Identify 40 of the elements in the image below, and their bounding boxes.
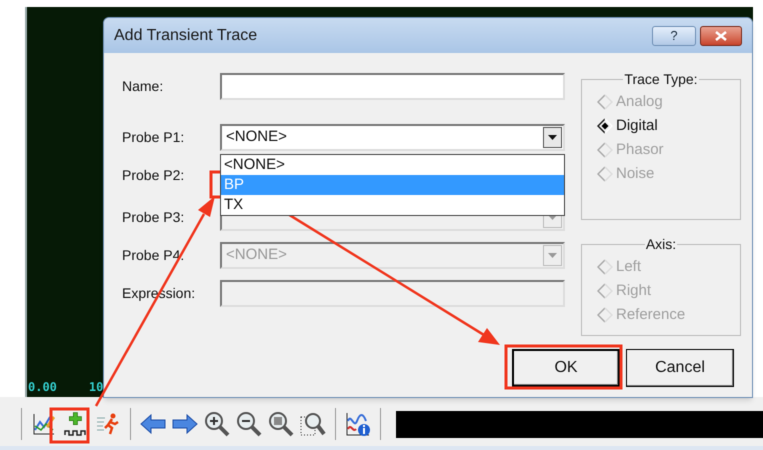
- dropdown-field[interactable]: <NONE>: [220, 124, 565, 151]
- group-title: Axis:: [644, 235, 678, 254]
- radio-label: Noise: [616, 164, 654, 184]
- running-figure-icon[interactable]: [96, 412, 120, 436]
- cancel-button[interactable]: Cancel: [626, 349, 734, 387]
- zoom-out-icon[interactable]: [236, 411, 262, 437]
- field-label: Probe P3:: [122, 208, 186, 227]
- highlight-box: [50, 408, 90, 444]
- field-label: Name:: [122, 77, 164, 96]
- field-label: Probe P2:: [122, 166, 186, 185]
- chart-pencil-icon[interactable]: [32, 412, 56, 436]
- arrow-left-icon[interactable]: [140, 414, 166, 434]
- group-title: Trace Type:: [623, 70, 699, 89]
- radio-label: Analog: [616, 92, 663, 112]
- zoom-in-icon[interactable]: [204, 411, 230, 437]
- field-label: Probe P1:: [122, 128, 186, 147]
- zoom-area-icon[interactable]: [300, 411, 326, 437]
- dropdown-field: <NONE>: [220, 242, 565, 269]
- ok-button[interactable]: OK: [512, 349, 620, 387]
- caret-icon: [548, 135, 557, 140]
- radio-label: Left: [616, 256, 642, 277]
- radio-label: Reference: [616, 304, 686, 325]
- axis-label: 0.00: [28, 379, 57, 396]
- window-title: Add Transient Trace: [114, 26, 258, 46]
- waveform-info-icon[interactable]: [345, 411, 371, 437]
- radio-label: Digital: [616, 116, 658, 136]
- add-trace-icon[interactable]: [63, 411, 89, 437]
- dropdown-option[interactable]: <NONE>: [221, 155, 564, 175]
- close-icon: [715, 30, 727, 40]
- help-button[interactable]: ?: [652, 26, 696, 46]
- name-field[interactable]: [220, 73, 565, 100]
- arrow-right-icon[interactable]: [172, 414, 198, 434]
- radio-label: Phasor: [616, 140, 664, 160]
- radio-label: Right: [616, 280, 652, 301]
- radio-button[interactable]: [597, 118, 613, 134]
- close-button[interactable]: [700, 26, 742, 46]
- dropdown-option[interactable]: TX: [221, 195, 564, 215]
- zoom-fit-icon[interactable]: [268, 411, 294, 437]
- caret-icon: [548, 253, 557, 258]
- axis-label: 10: [88, 379, 104, 396]
